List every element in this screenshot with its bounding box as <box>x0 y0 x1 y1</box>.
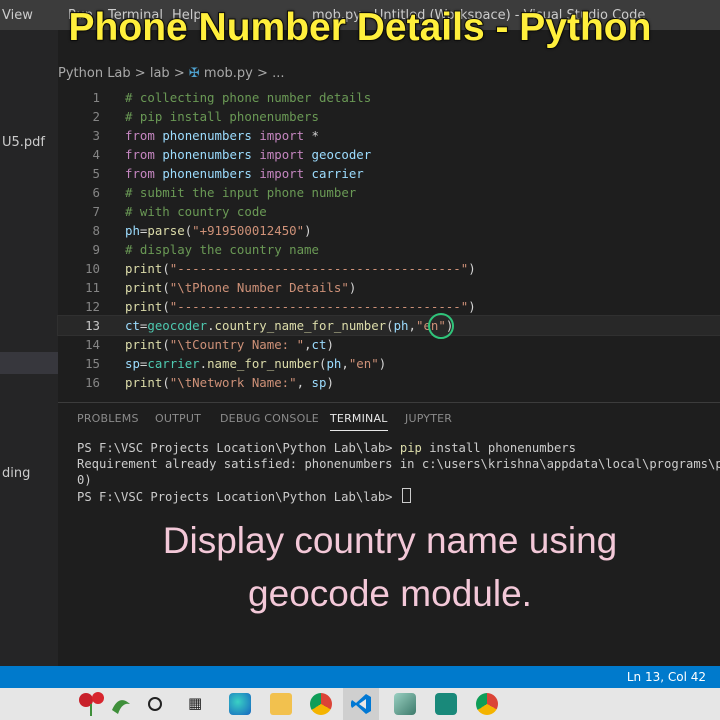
breadcrumb-separator: > <box>257 66 268 81</box>
terminal-text: 0) <box>77 473 92 487</box>
terminal-text: Requirement already satisfied: phonenumb… <box>77 457 720 471</box>
breadcrumb-separator: > <box>134 66 146 81</box>
code-line[interactable]: 7 # with country code <box>58 202 720 221</box>
terminal-text: install phonenumbers <box>421 441 576 455</box>
code-line[interactable]: 11 print("\tPhone Number Details") <box>58 278 720 297</box>
taskbar: ▦ <box>0 688 720 720</box>
code-text[interactable]: # with country code <box>125 202 267 221</box>
code-text[interactable]: sp=carrier.name_for_number(ph,"en") <box>125 354 386 373</box>
line-number: 12 <box>85 299 100 314</box>
terminal-cursor <box>401 488 411 503</box>
line-number: 15 <box>85 356 100 371</box>
code-line[interactable]: 5 from phonenumbers import carrier <box>58 164 720 183</box>
code-text[interactable]: print("\tPhone Number Details") <box>125 278 356 297</box>
caption-line-1: Display country name using <box>162 520 618 561</box>
code-line[interactable]: 13 ct=geocoder.country_name_for_number(ph… <box>57 315 720 336</box>
line-number: 16 <box>85 375 100 390</box>
notepad-icon[interactable] <box>394 693 416 715</box>
code-text[interactable]: ct=geocoder.country_name_for_number(ph,"… <box>125 316 453 335</box>
search-icon[interactable] <box>146 695 164 713</box>
file-explorer-icon[interactable] <box>270 693 292 715</box>
code-line[interactable]: 14 print("\tCountry Name: ",ct) <box>58 335 720 354</box>
line-number: 5 <box>92 166 100 181</box>
explorer-item-pdf[interactable]: U5.pdf <box>2 135 45 150</box>
chrome-icon[interactable] <box>310 693 332 715</box>
code-line[interactable]: 6 # submit the input phone number <box>58 183 720 202</box>
code-text[interactable]: print("\tCountry Name: ",ct) <box>125 335 334 354</box>
tab-problems[interactable]: PROBLEMS <box>77 412 139 425</box>
line-number: 3 <box>92 128 100 143</box>
video-title: Phone Number Details - Python <box>68 5 653 50</box>
code-text[interactable]: from phonenumbers import geocoder <box>125 145 371 164</box>
terminal-line: PS F:\VSC Projects Location\Python Lab\l… <box>77 488 720 504</box>
tab-output[interactable]: OUTPUT <box>155 412 201 425</box>
terminal-prompt: PS F:\VSC Projects Location\Python Lab\l… <box>77 441 400 455</box>
code-line[interactable]: 12 print("-------------------------------… <box>58 297 720 316</box>
task-view-icon[interactable]: ▦ <box>188 694 206 714</box>
code-line[interactable]: 10 print("-------------------------------… <box>58 259 720 278</box>
flowers-icon <box>79 692 130 716</box>
terminal-output[interactable]: PS F:\VSC Projects Location\Python Lab\l… <box>77 440 720 504</box>
line-number: 10 <box>85 261 100 276</box>
code-text[interactable]: ph=parse("+919500012450") <box>125 221 312 240</box>
code-text[interactable]: # pip install phonenumbers <box>125 107 319 126</box>
line-number: 14 <box>85 337 100 352</box>
line-number: 4 <box>92 147 100 162</box>
code-text[interactable]: from phonenumbers import carrier <box>125 164 364 183</box>
code-text[interactable]: # collecting phone number details <box>125 88 371 107</box>
code-line[interactable]: 9 # display the country name <box>58 240 720 259</box>
code-line[interactable]: 4 from phonenumbers import geocoder <box>58 145 720 164</box>
tab-jupyter[interactable]: JUPYTER <box>405 412 452 425</box>
line-number: 13 <box>85 318 100 333</box>
code-editor[interactable]: 1 # collecting phone number details 2 # pip… <box>57 88 720 392</box>
chrome-profile-icon[interactable] <box>476 693 498 715</box>
selected-row <box>0 352 58 374</box>
terminal-line: Requirement already satisfied: phonenumb… <box>77 456 720 472</box>
line-number: 7 <box>92 204 100 219</box>
terminal-prompt: PS F:\VSC Projects Location\Python Lab\l… <box>77 490 400 504</box>
caption-line-2: geocode module. <box>248 573 532 614</box>
edge-icon[interactable] <box>229 693 251 715</box>
code-line[interactable]: 1 # collecting phone number details <box>58 88 720 107</box>
line-number: 8 <box>92 223 100 238</box>
python-file-icon: ✠ <box>188 66 200 81</box>
line-number: 11 <box>85 280 100 295</box>
code-text[interactable]: print("---------------------------------… <box>125 259 476 278</box>
status-bar: Ln 13, Col 42 <box>0 666 720 688</box>
vscode-icon[interactable] <box>350 693 372 715</box>
code-text[interactable]: from phonenumbers import * <box>125 126 319 145</box>
code-line[interactable]: 8 ph=parse("+919500012450") <box>58 221 720 240</box>
breadcrumb-lab[interactable]: lab <box>150 66 170 81</box>
line-number: 6 <box>92 185 100 200</box>
code-line[interactable]: 3 from phonenumbers import * <box>58 126 720 145</box>
breadcrumb-separator: > <box>173 66 185 81</box>
code-text[interactable]: # submit the input phone number <box>125 183 356 202</box>
breadcrumb-file[interactable]: mob.py <box>204 66 253 81</box>
code-line[interactable]: 16 print("\tNetwork Name:", sp) <box>58 373 720 392</box>
line-number: 9 <box>92 242 100 257</box>
code-text[interactable]: # display the country name <box>125 240 319 259</box>
code-line[interactable]: 2 # pip install phonenumbers <box>58 107 720 126</box>
tab-terminal[interactable]: TERMINAL <box>330 412 388 431</box>
line-number: 1 <box>92 90 100 105</box>
breadcrumb-more[interactable]: ... <box>272 66 284 81</box>
code-text[interactable]: print("\tNetwork Name:", sp) <box>125 373 334 392</box>
breadcrumb: Python Lab > lab > ✠ mob.py > ... <box>58 66 284 81</box>
explorer-item-ding[interactable]: ding <box>2 466 30 481</box>
line-number: 2 <box>92 109 100 124</box>
breadcrumb-python-lab[interactable]: Python Lab <box>58 66 131 81</box>
cursor-highlight-ring <box>428 313 454 339</box>
terminal-app-icon[interactable] <box>435 693 457 715</box>
terminal-command: pip <box>399 441 422 455</box>
code-line[interactable]: 15 sp=carrier.name_for_number(ph,"en") <box>58 354 720 373</box>
tab-debug-console[interactable]: DEBUG CONSOLE <box>220 412 319 425</box>
explorer-sidebar: U5.pdf ding <box>0 30 58 666</box>
terminal-line: 0) <box>77 472 720 488</box>
terminal-line: PS F:\VSC Projects Location\Python Lab\l… <box>77 440 720 456</box>
code-text[interactable]: print("---------------------------------… <box>125 297 476 316</box>
cursor-position[interactable]: Ln 13, Col 42 <box>627 670 706 684</box>
